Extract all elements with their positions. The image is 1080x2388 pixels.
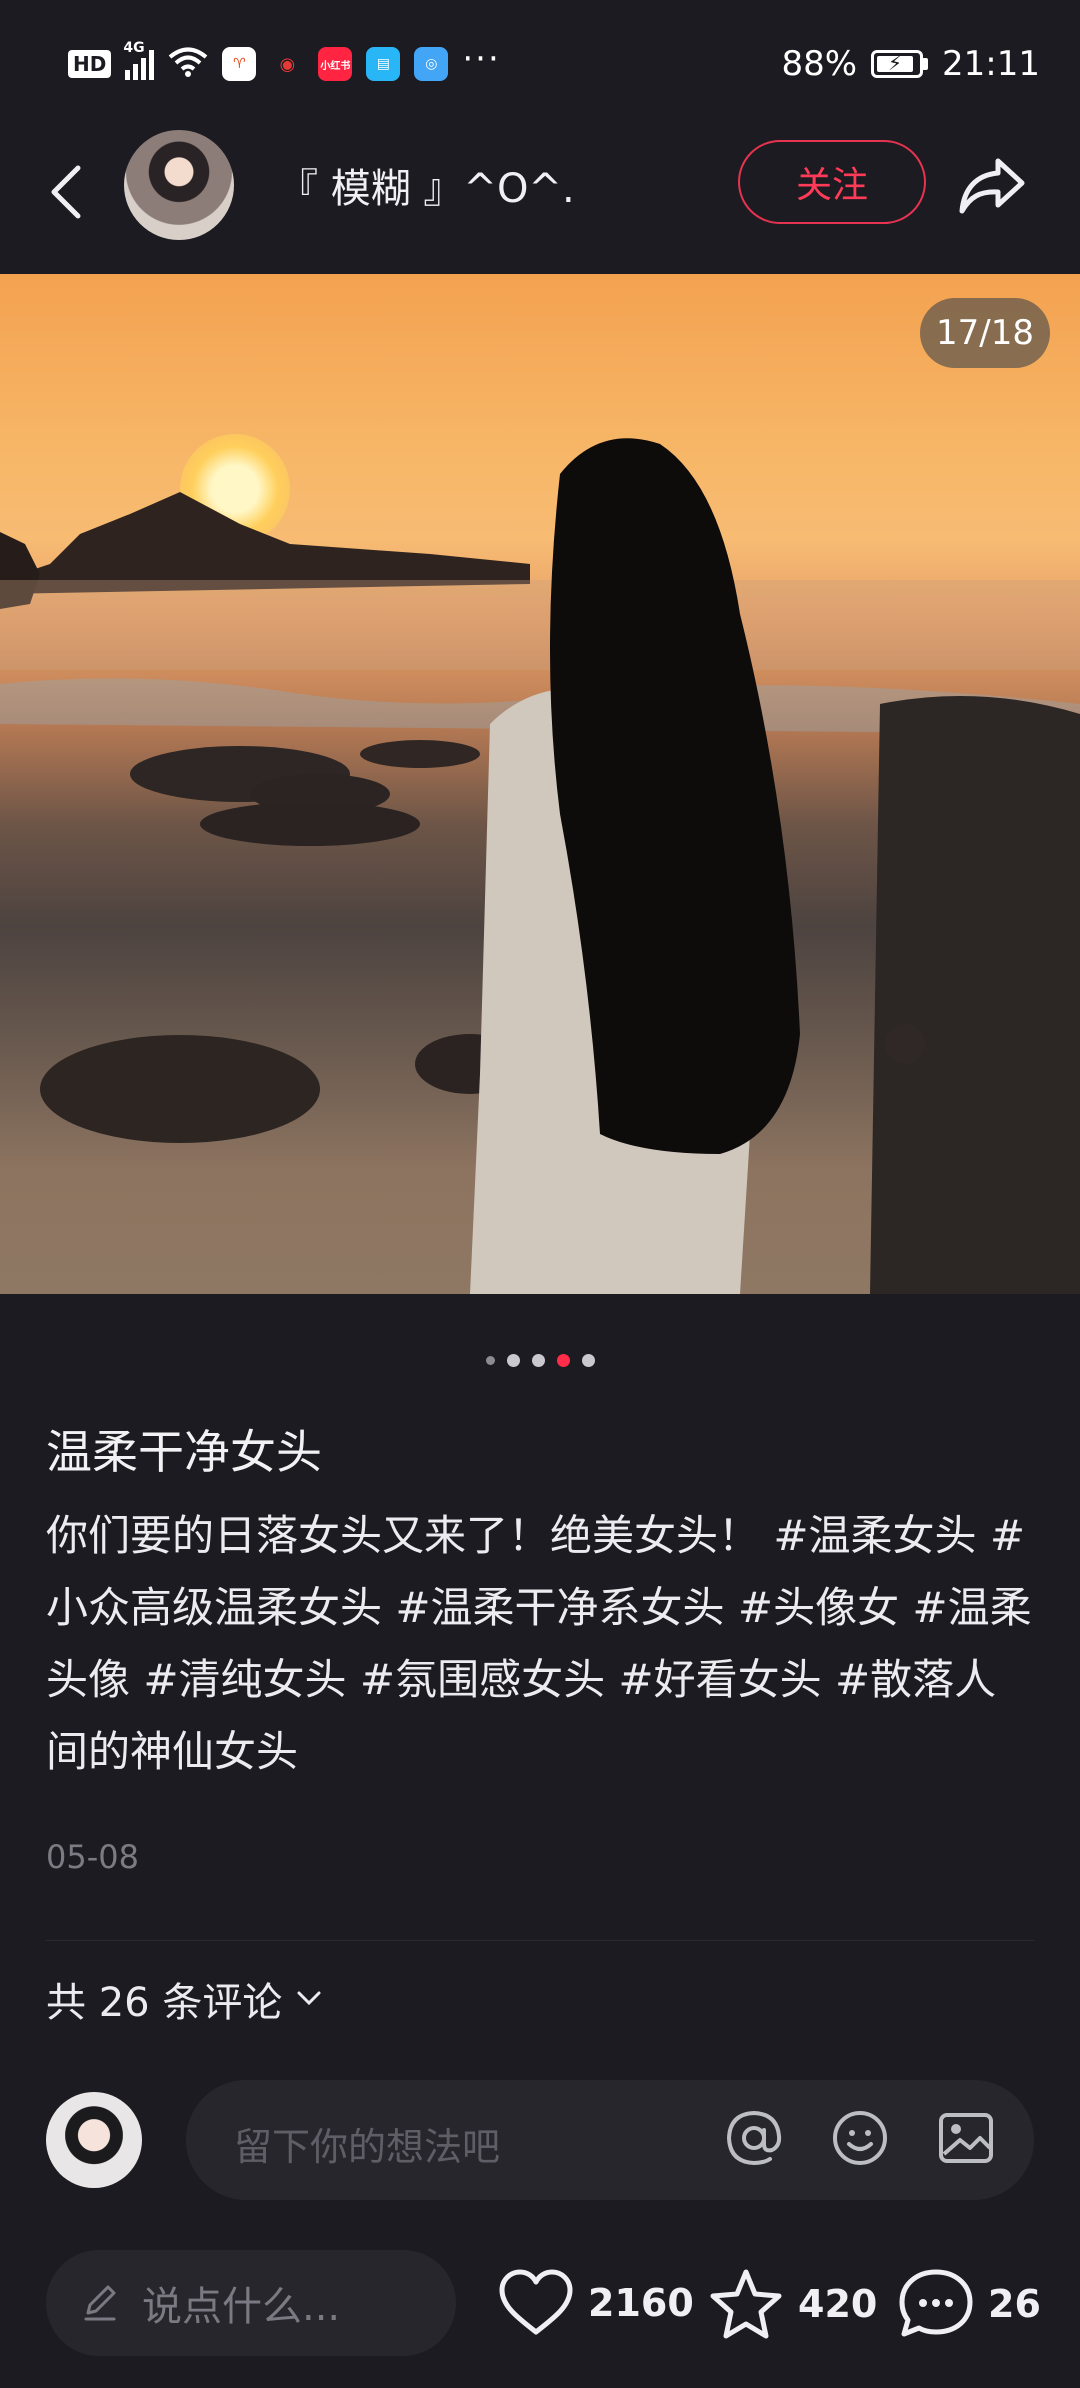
chevron-down-icon — [297, 1991, 321, 2006]
post-title: 温柔干净女头 — [46, 1425, 322, 1479]
status-bar-left: HD 4G ♈ ◉ 小红书 ▤ ◎ ··· — [68, 39, 501, 82]
back-arrow-icon — [51, 165, 81, 219]
network-type: 4G — [123, 40, 145, 56]
app-icon-small: ◉ — [279, 53, 296, 75]
xiaohongshu-icon: 小红书 — [318, 47, 353, 81]
status-bar-right: 88% ⚡ 21:11 — [781, 44, 1040, 84]
star-icon — [710, 2269, 782, 2339]
share-button[interactable] — [956, 150, 1030, 220]
clock: 21:11 — [942, 44, 1040, 84]
carousel-dot — [581, 1354, 595, 1367]
battery-percent: 88% — [781, 44, 858, 84]
image-picker-icon[interactable] — [934, 2106, 998, 2170]
comment-count-toggle[interactable]: 共 26 条评论 — [46, 1970, 322, 2028]
mention-icon[interactable] — [722, 2106, 786, 2170]
comment-count: 26 — [988, 2282, 1041, 2326]
say-something-placeholder: 说点什么... — [142, 2284, 341, 2330]
comment-composer: 留下你的想法吧 — [0, 2080, 1080, 2200]
emoji-icon[interactable] — [828, 2106, 892, 2170]
comment-input[interactable]: 留下你的想法吧 — [186, 2080, 1034, 2200]
carousel-dot — [506, 1354, 520, 1367]
back-button[interactable] — [36, 152, 96, 232]
image-pager: 17/18 — [920, 298, 1050, 368]
follow-button[interactable]: 关注 — [738, 140, 926, 224]
heart-icon — [499, 2269, 573, 2335]
collect-count: 420 — [798, 2282, 878, 2326]
post-date: 05-08 — [46, 1838, 139, 1876]
author-avatar[interactable] — [124, 130, 234, 240]
hd-indicator: HD — [68, 50, 112, 78]
wifi-icon — [168, 46, 208, 82]
browser-icon: ◎ — [414, 47, 449, 81]
carousel-dot-active — [556, 1354, 570, 1367]
comment-count-label: 共 26 条评论 — [46, 1980, 283, 2026]
carousel-dot — [531, 1354, 545, 1367]
collect-button[interactable]: 420 — [708, 2268, 877, 2340]
author-name[interactable]: 『 模糊 』^O^. — [278, 156, 575, 214]
signal-icon: 4G — [123, 40, 155, 80]
bottom-action-bar: 说点什么... 2160 420 26 — [0, 2250, 1080, 2356]
comment-input-placeholder: 留下你的想法吧 — [234, 2125, 501, 2169]
comment-button[interactable]: 26 — [898, 2268, 1041, 2340]
comment-bubble-icon — [899, 2269, 973, 2337]
pen-icon — [76, 2279, 124, 2327]
sunset-scene-illustration — [0, 438, 1080, 1294]
carousel-dot — [485, 1356, 495, 1365]
like-button[interactable]: 2160 — [498, 2268, 694, 2338]
share-icon — [959, 158, 1025, 214]
reader-icon: ▤ — [366, 47, 401, 81]
battery-icon: ⚡ — [871, 50, 929, 78]
status-bar: HD 4G ♈ ◉ 小红书 ▤ ◎ ··· 88% ⚡ 21:11 — [0, 0, 1080, 130]
post-description: 你们要的日落女头又来了！绝美女头！ #温柔女头 #小众高级温柔女头 #温柔干净系… — [46, 1511, 1032, 1776]
like-count: 2160 — [588, 2281, 694, 2325]
app-icon-orange: ♈ — [222, 47, 257, 81]
carousel-indicator — [0, 1354, 1080, 1367]
post-header: 『 模糊 』^O^. 关注 — [0, 130, 1080, 270]
user-avatar — [46, 2092, 142, 2188]
post-image[interactable]: 17/18 — [0, 274, 1080, 1294]
more-notifications-icon: ··· — [462, 39, 501, 79]
divider — [46, 1940, 1034, 1941]
say-something-input[interactable]: 说点什么... — [46, 2250, 456, 2356]
